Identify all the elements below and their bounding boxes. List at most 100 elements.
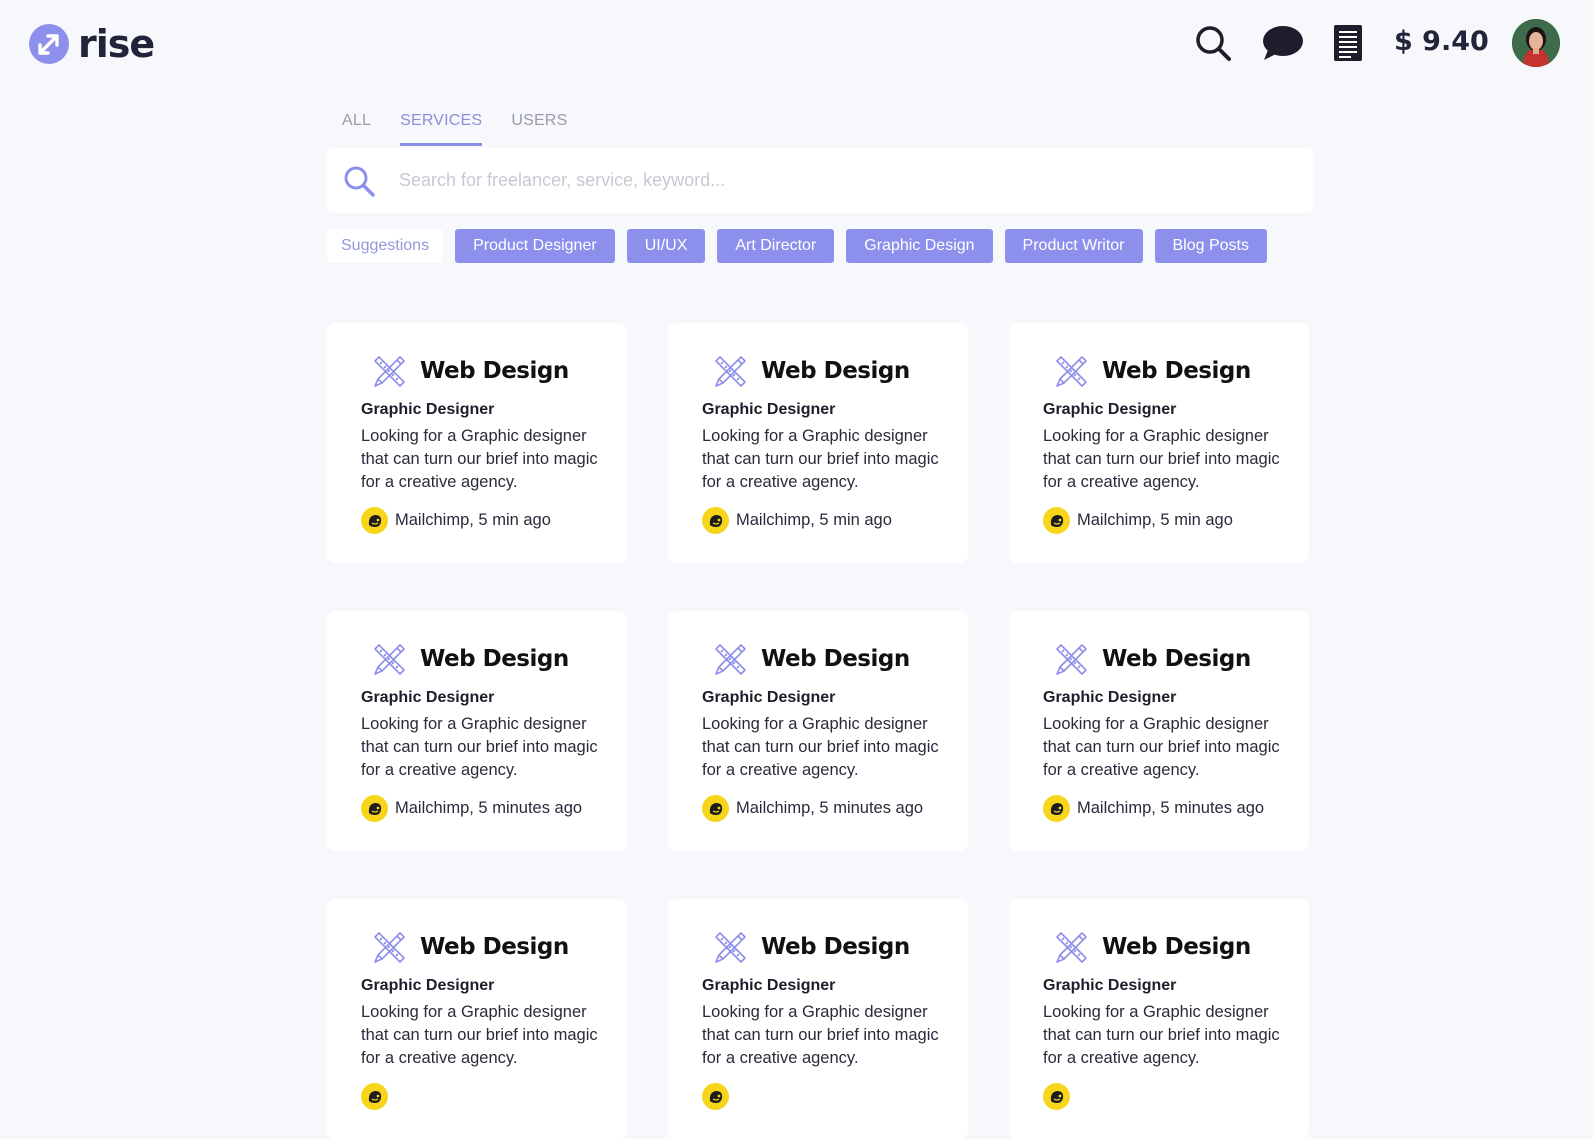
brand-logo[interactable]: rise	[28, 22, 155, 66]
card-meta: Mailchimp, 5 minutes ago	[361, 795, 582, 822]
suggestions-row: Suggestions Product Designer UI/UX Art D…	[327, 229, 1279, 263]
card-company-time: Mailchimp, 5 minutes ago	[1077, 799, 1265, 817]
card-description: Looking for a Graphic designer that can …	[702, 715, 939, 779]
design-tools-icon	[715, 644, 746, 675]
card-role: Graphic Designer	[1043, 977, 1177, 994]
card-header: Web Design	[1051, 927, 1251, 967]
tab-users[interactable]: USERS	[511, 108, 567, 148]
card-meta: Mailchimp, 5 min ago	[1043, 507, 1233, 534]
design-tools-icon	[374, 356, 405, 387]
design-tools-icon	[1056, 644, 1087, 675]
card-description: Looking for a Graphic designer that can …	[702, 1003, 939, 1067]
card-role: Graphic Designer	[361, 977, 495, 994]
search-icon	[344, 166, 375, 197]
card-company-time: Mailchimp, 5 minutes ago	[736, 799, 924, 817]
card-description: Looking for a Graphic designer that can …	[361, 715, 598, 779]
mailchimp-logo-icon	[361, 795, 388, 822]
card-role: Graphic Designer	[702, 401, 836, 418]
card-role: Graphic Designer	[361, 401, 495, 418]
chat-icon[interactable]	[1262, 24, 1304, 62]
card-meta: Mailchimp, 5 min ago	[702, 507, 892, 534]
service-card[interactable]: Web Design Graphic Designer Looking for a …	[1009, 899, 1309, 1139]
wallet-balance[interactable]: $ 9.40	[1394, 22, 1489, 62]
suggestion-chip[interactable]: UI/UX	[626, 229, 706, 263]
card-header: Web Design	[369, 639, 569, 679]
card-meta: Mailchimp, 5 min ago	[361, 507, 551, 534]
card-title: Web Design	[1102, 646, 1251, 672]
card-title: Web Design	[761, 646, 910, 672]
card-description: Looking for a Graphic designer that can …	[361, 1003, 598, 1067]
service-card[interactable]: Web Design Graphic Designer Looking for a …	[668, 899, 968, 1139]
suggestion-chip[interactable]: Product Writor	[1004, 229, 1143, 263]
card-title: Web Design	[420, 646, 569, 672]
mailchimp-logo-icon	[702, 795, 729, 822]
search-bar	[327, 148, 1313, 213]
design-tools-icon	[374, 932, 405, 963]
card-header: Web Design	[710, 639, 910, 679]
top-header: rise $ 9.40	[0, 0, 1593, 90]
design-tools-icon	[1056, 356, 1087, 387]
card-title: Web Design	[1102, 934, 1251, 960]
search-input[interactable]	[399, 170, 1279, 191]
brand-name: rise	[78, 22, 155, 66]
card-header: Web Design	[1051, 639, 1251, 679]
mailchimp-logo-icon	[361, 507, 388, 534]
card-header: Web Design	[369, 351, 569, 391]
card-header: Web Design	[710, 927, 910, 967]
suggestion-chip[interactable]: Product Designer	[455, 229, 615, 263]
card-role: Graphic Designer	[361, 689, 495, 706]
service-card[interactable]: Web Design Graphic Designer Looking for a …	[668, 611, 968, 851]
service-card[interactable]: Web Design Graphic Designer Looking for a …	[327, 323, 627, 563]
mailchimp-logo-icon	[1043, 1083, 1070, 1110]
card-title: Web Design	[420, 934, 569, 960]
service-card[interactable]: Web Design Graphic Designer Looking for a …	[1009, 611, 1309, 851]
mailchimp-logo-icon	[361, 1083, 388, 1110]
card-header: Web Design	[369, 927, 569, 967]
card-header: Web Design	[710, 351, 910, 391]
suggestion-chip[interactable]: Graphic Design	[846, 229, 993, 263]
suggestion-chip[interactable]: Blog Posts	[1154, 229, 1267, 263]
card-description: Looking for a Graphic designer that can …	[1043, 715, 1280, 779]
mailchimp-logo-icon	[1043, 507, 1070, 534]
card-meta	[361, 1083, 395, 1110]
service-card[interactable]: Web Design Graphic Designer Looking for a …	[327, 611, 627, 851]
card-company-time: Mailchimp, 5 min ago	[736, 511, 892, 529]
card-header: Web Design	[1051, 351, 1251, 391]
design-tools-icon	[715, 932, 746, 963]
design-tools-icon	[374, 644, 405, 675]
card-role: Graphic Designer	[702, 977, 836, 994]
card-title: Web Design	[761, 358, 910, 384]
card-title: Web Design	[1102, 358, 1251, 384]
card-company-time: Mailchimp, 5 minutes ago	[395, 799, 583, 817]
tab-all[interactable]: ALL	[342, 108, 371, 148]
card-description: Looking for a Graphic designer that can …	[361, 427, 598, 491]
card-meta: Mailchimp, 5 minutes ago	[1043, 795, 1264, 822]
design-tools-icon	[1056, 932, 1087, 963]
card-meta	[702, 1083, 736, 1110]
service-card[interactable]: Web Design Graphic Designer Looking for a …	[1009, 323, 1309, 563]
card-company-time: Mailchimp, 5 min ago	[395, 511, 551, 529]
card-title: Web Design	[420, 358, 569, 384]
service-card[interactable]: Web Design Graphic Designer Looking for a …	[327, 899, 627, 1139]
card-description: Looking for a Graphic designer that can …	[1043, 427, 1280, 491]
search-tabs: ALL SERVICES USERS	[342, 108, 596, 148]
mailchimp-logo-icon	[702, 507, 729, 534]
document-icon[interactable]	[1333, 24, 1363, 62]
card-meta: Mailchimp, 5 minutes ago	[702, 795, 923, 822]
design-tools-icon	[715, 356, 746, 387]
suggestion-chip[interactable]: Art Director	[717, 229, 835, 263]
card-title: Web Design	[761, 934, 910, 960]
search-icon[interactable]	[1194, 24, 1232, 62]
rise-logo-icon	[29, 24, 69, 64]
card-description: Looking for a Graphic designer that can …	[702, 427, 939, 491]
service-card[interactable]: Web Design Graphic Designer Looking for a …	[668, 323, 968, 563]
mailchimp-logo-icon	[702, 1083, 729, 1110]
card-company-time: Mailchimp, 5 min ago	[1077, 511, 1233, 529]
card-role: Graphic Designer	[1043, 689, 1177, 706]
card-description: Looking for a Graphic designer that can …	[1043, 1003, 1280, 1067]
user-avatar[interactable]	[1512, 19, 1560, 67]
tab-services[interactable]: SERVICES	[400, 108, 483, 148]
avatar-portrait-icon	[1512, 19, 1560, 67]
card-meta	[1043, 1083, 1077, 1110]
mailchimp-logo-icon	[1043, 795, 1070, 822]
